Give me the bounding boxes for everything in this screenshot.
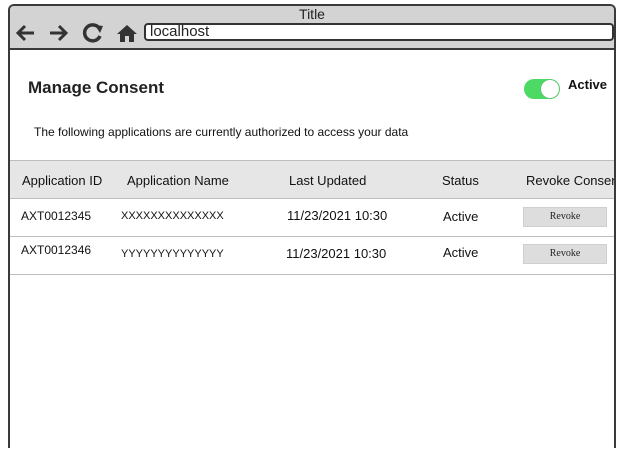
address-bar[interactable]: localhost — [144, 23, 614, 41]
status-cell: Active — [443, 209, 479, 224]
column-header-application-id: Application ID — [22, 173, 103, 188]
page-title: Manage Consent — [28, 78, 165, 97]
status-cell: Active — [443, 245, 479, 260]
home-icon[interactable] — [116, 23, 138, 43]
column-header-revoke-consent: Revoke Consent — [526, 173, 616, 188]
table-row: AXT0012345 XXXXXXXXXXXXXX 11/23/2021 10:… — [10, 199, 614, 237]
consent-table: Application ID Application Name Last Upd… — [10, 160, 616, 275]
last-updated-cell: 11/23/2021 10:30 — [286, 246, 387, 261]
application-name-cell: XXXXXXXXXXXXXX — [121, 210, 224, 222]
revoke-button[interactable]: Revoke — [523, 207, 607, 227]
active-toggle[interactable] — [524, 79, 560, 99]
application-id-cell: AXT0012346 — [21, 243, 92, 257]
application-name-cell: YYYYYYYYYYYYYY — [121, 248, 224, 260]
application-id-cell: AXT0012345 — [21, 209, 92, 223]
column-header-last-updated: Last Updated — [289, 173, 367, 188]
column-header-status: Status — [442, 173, 479, 188]
forward-arrow-icon[interactable] — [48, 23, 70, 43]
toggle-knob — [541, 80, 559, 98]
refresh-icon[interactable] — [82, 23, 104, 43]
toggle-label: Active — [568, 77, 608, 92]
table-header: Application ID Application Name Last Upd… — [10, 160, 616, 199]
browser-titlebar: Title localhost — [10, 6, 614, 50]
browser-window: Title localhost Manage Consent Active Th… — [8, 4, 616, 448]
column-header-application-name: Application Name — [127, 173, 229, 188]
page-description: The following applications are currently… — [34, 125, 409, 139]
revoke-button[interactable]: Revoke — [523, 244, 607, 264]
back-arrow-icon[interactable] — [14, 23, 36, 43]
window-title: Title — [299, 6, 325, 22]
last-updated-cell: 11/23/2021 10:30 — [287, 208, 388, 223]
table-row: AXT0012346 YYYYYYYYYYYYYY 11/23/2021 10:… — [10, 237, 614, 275]
